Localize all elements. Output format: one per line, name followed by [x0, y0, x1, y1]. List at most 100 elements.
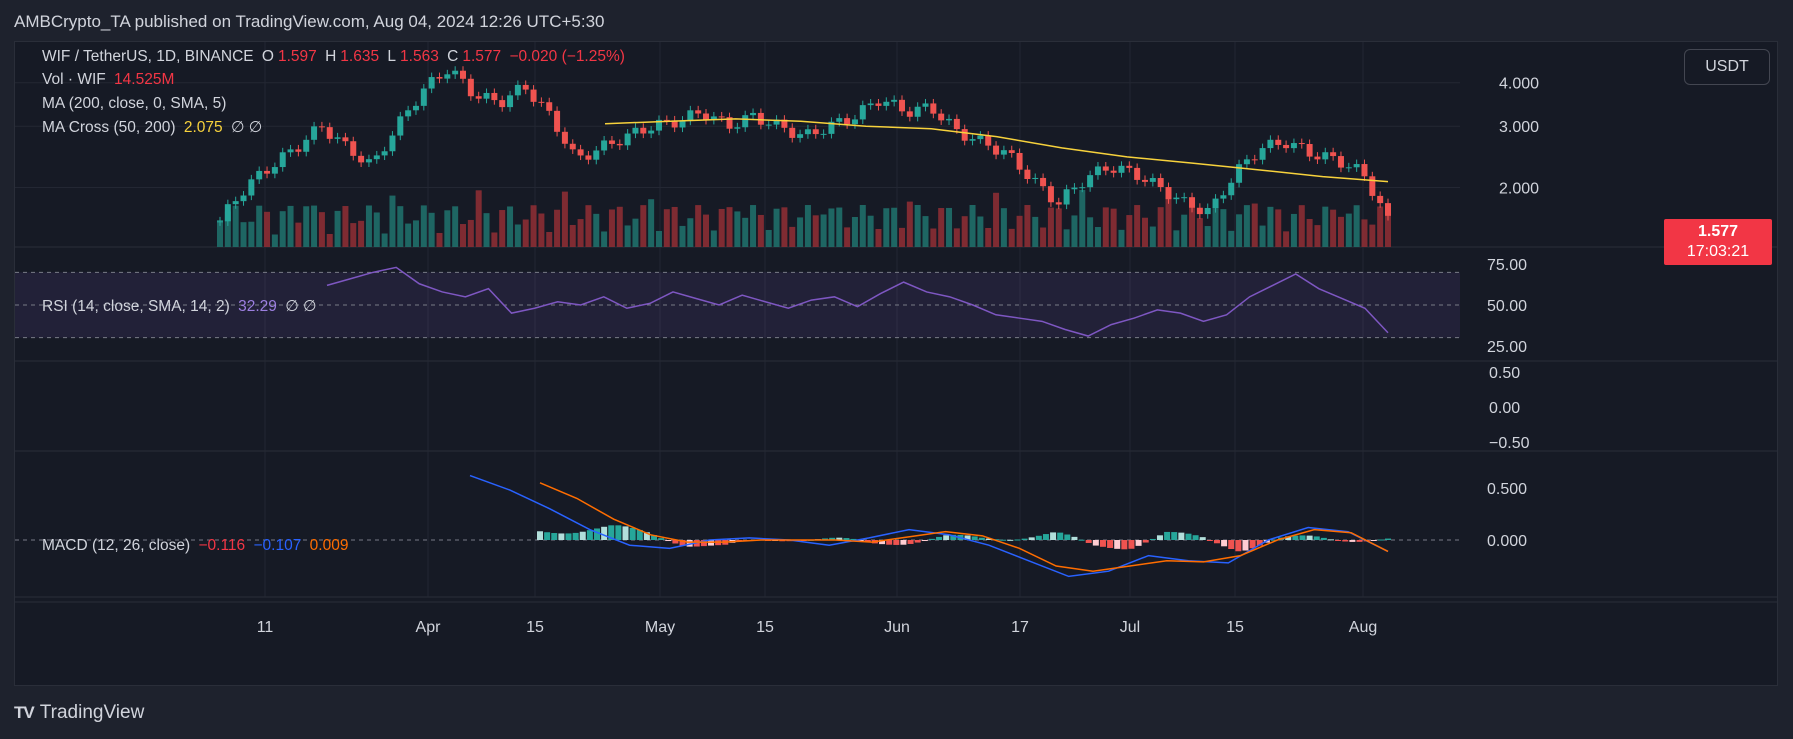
macd-histogram-bar [572, 532, 579, 540]
volume-bar [1071, 215, 1078, 247]
last-price: 1.577 [1697, 223, 1739, 240]
macd-histogram-bar [1128, 540, 1135, 549]
volume-bar [608, 209, 615, 247]
volume-bar [773, 208, 780, 247]
candle-body [373, 155, 380, 160]
bar-countdown: 17:03:21 [1686, 243, 1750, 260]
chart-frame[interactable]: 11 Apr 15 May 15 Jun 17 Jul 15 Aug 4.000 3.000 2.000… [14, 41, 1778, 686]
macd-histogram-bar [1028, 537, 1035, 540]
ma-cross-value: 2.075 [183, 119, 223, 136]
candle-body [358, 155, 365, 163]
candle-body [1071, 187, 1078, 190]
macd-histogram-bar [1185, 533, 1192, 540]
volume-bar [671, 206, 678, 247]
candle-body [1283, 144, 1290, 149]
last-price-tag: 1.577 17:03:21 [1664, 219, 1772, 265]
currency-button[interactable]: USDT [1684, 49, 1770, 85]
candle-body [1008, 150, 1015, 153]
candle-body [1353, 164, 1360, 168]
volume-bar [875, 228, 882, 247]
volume-bar [1141, 217, 1148, 247]
macd-histogram-bar [921, 540, 928, 541]
candle-body [750, 112, 757, 116]
volume-bar [1243, 205, 1250, 247]
volume-bar [703, 214, 710, 247]
macd-histogram-bar [1213, 540, 1220, 544]
x-tick-label: 17 [1011, 619, 1029, 636]
volume-legend[interactable]: Vol · WIF 14.525M [42, 71, 178, 89]
macd-value-3: 0.009 [309, 537, 349, 554]
candle-body [1118, 165, 1125, 173]
macd-histogram-bar [1121, 540, 1128, 550]
volume-bar [985, 228, 992, 247]
x-tick-label: 15 [526, 619, 544, 636]
volume-bar [1079, 190, 1086, 247]
candle-body [718, 116, 725, 118]
volume-bar [1024, 205, 1031, 247]
volume-bar [593, 213, 600, 247]
candle-body [412, 105, 419, 111]
low-label: L [387, 48, 397, 65]
candle-body [271, 167, 278, 174]
candle-body [789, 127, 796, 138]
candle-body [812, 129, 819, 135]
rsi-value: 32.29 [238, 298, 277, 315]
published-header: AMBCrypto_TA published on TradingView.co… [14, 12, 605, 31]
volume-bar [1047, 207, 1054, 247]
volume-bar [679, 225, 686, 247]
candle-body [1259, 148, 1266, 160]
rsi-legend[interactable]: RSI (14, close, SMA, 14, 2) 32.29 ∅ ∅ [42, 297, 321, 316]
candle-body [1196, 207, 1203, 215]
volume-bar [358, 220, 365, 247]
candle-body [1204, 207, 1211, 215]
macd-histogram-bar [1385, 538, 1391, 540]
chart-svg[interactable]: 11 Apr 15 May 15 Jun 17 Jul 15 Aug 4.000 3.000 2.000… [15, 42, 1777, 685]
volume-bar [977, 216, 984, 247]
candle-body [1228, 182, 1235, 196]
volume-bar [350, 223, 357, 247]
candle-body [1385, 203, 1391, 216]
candle-body [859, 105, 866, 120]
volume-bar [240, 222, 247, 247]
volume-bar [946, 207, 953, 247]
volume-bar [1377, 206, 1384, 247]
volume-bar [828, 208, 835, 247]
ma-cross-legend[interactable]: MA Cross (50, 200) 2.075 ∅ ∅ [42, 118, 266, 137]
candle-body [522, 84, 529, 90]
symbol-label[interactable]: WIF / TetherUS, 1D, BINANCE [42, 48, 254, 65]
candle-body [483, 92, 490, 99]
footer-brand[interactable]: TV TradingView [14, 702, 144, 724]
volume-bar [624, 225, 631, 247]
volume-bar [1087, 217, 1094, 247]
macd-legend[interactable]: MACD (12, 26, close) −0.116 −0.107 0.009 [42, 537, 352, 555]
volume-bar [938, 208, 945, 247]
candle-body [601, 140, 608, 151]
ma-legend[interactable]: MA (200, close, 0, SMA, 5) [42, 95, 230, 113]
volume-bar [797, 217, 804, 247]
candle-body [420, 88, 427, 106]
volume-bar [475, 190, 482, 247]
macd-histogram-bar [1192, 535, 1199, 540]
macd-histogram-bar [1242, 540, 1249, 551]
volume-bar [1110, 208, 1117, 247]
empty-pane-tick-label: 0.00 [1489, 400, 1520, 417]
candle-body [1141, 179, 1148, 182]
volume-bar [381, 233, 388, 247]
macd-histogram-bar [1342, 540, 1349, 542]
candle-body [1024, 169, 1031, 180]
volume-bar [765, 229, 772, 247]
volume-bar [953, 228, 960, 247]
volume-bar [1228, 230, 1235, 247]
macd-histogram-bar [1135, 540, 1142, 546]
candle-body [1157, 178, 1164, 188]
macd-histogram-bar [1050, 532, 1057, 540]
candle-body [389, 135, 396, 152]
macd-histogram-bar [665, 540, 672, 542]
candle-body [624, 133, 631, 146]
volume-bar [1102, 207, 1109, 247]
candle-body [405, 110, 412, 117]
candle-body [256, 170, 263, 180]
candle-body [318, 126, 325, 128]
macd-histogram-bar [1099, 540, 1106, 547]
volume-bar [655, 230, 662, 247]
